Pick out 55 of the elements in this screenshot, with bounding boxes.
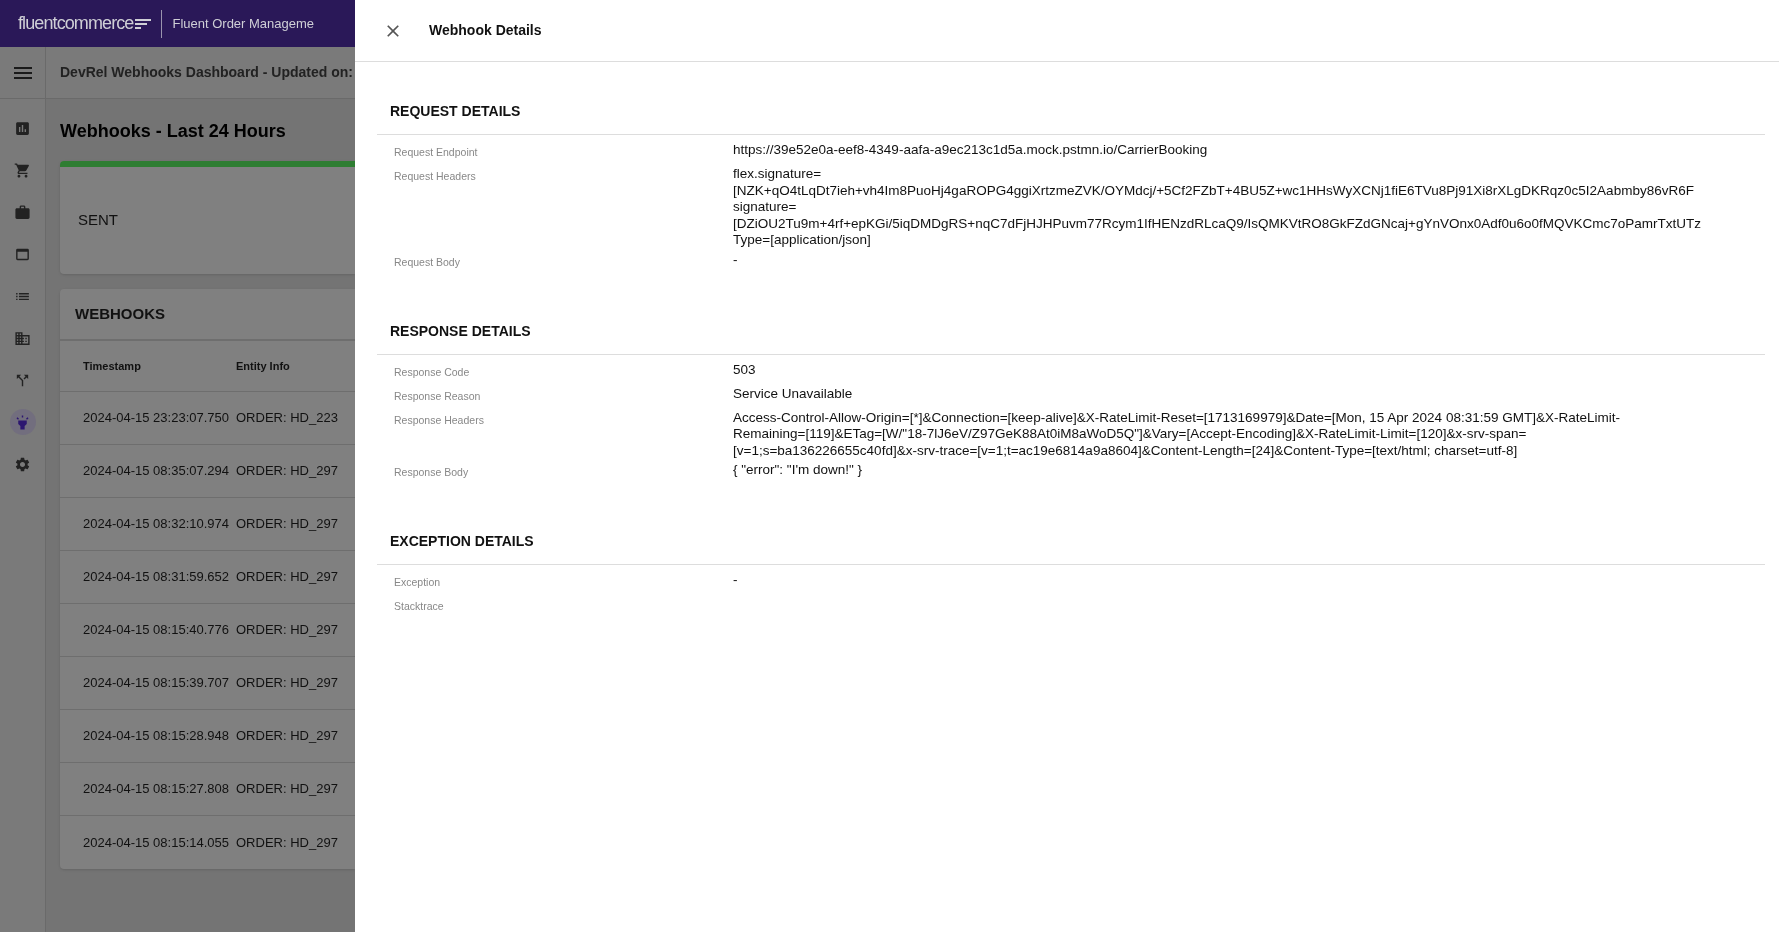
field-value: 503 — [733, 360, 756, 378]
chart-icon — [14, 119, 31, 137]
field-value: - — [733, 250, 738, 268]
field-label: Response Body — [394, 465, 470, 480]
table-cell-text: 2024-04-15 23:23:07.750 — [82, 409, 230, 428]
field-label: Stacktrace — [394, 599, 445, 614]
table-cell-text: ORDER: HD_223 — [236, 409, 338, 428]
table-cell-text: 2024-04-15 08:15:39.707 — [82, 674, 230, 693]
field-value: - — [733, 571, 738, 589]
table-cell-text: ORDER: HD_297 — [236, 462, 338, 481]
field-label: Request Body — [394, 254, 461, 270]
table-cell-text: ORDER: HD_297 — [236, 515, 338, 534]
field-label: Request Headers — [394, 169, 477, 184]
field-value: https://39e52e0a-eef8-4349-aafa-a9ec213c1d5a.mock.pstmn.io/CarrierBooking — [733, 141, 1208, 159]
logo[interactable]: fluentcommerce — [18, 10, 134, 37]
app-name: Fluent Order Manageme — [172, 14, 315, 33]
table-cell-text: 2024-04-15 08:32:10.974 — [82, 515, 230, 534]
section-title: RESPONSE DETAILS — [389, 321, 532, 341]
field-label: Response Headers — [394, 412, 485, 428]
column-header: Entity Info — [236, 358, 290, 374]
card-title: WEBHOOKS — [75, 303, 165, 324]
field-value: { "error": "I'm down!" } — [733, 461, 863, 479]
table-cell-text: 2024-04-15 08:15:40.776 — [82, 621, 230, 640]
table-cell-text: ORDER: HD_297 — [236, 727, 338, 746]
table-cell-text: 2024-04-15 08:15:14.055 — [82, 833, 230, 852]
drawer-title: Webhook Details — [429, 21, 542, 40]
page-title: Webhooks - Last 24 Hours — [60, 120, 287, 143]
briefcase-icon — [14, 203, 31, 221]
field-value: Service Unavailable — [733, 384, 853, 402]
stat-label: SENT — [77, 210, 118, 231]
table-cell-text: ORDER: HD_297 — [236, 780, 338, 799]
section-title: EXCEPTION DETAILS — [389, 532, 535, 551]
table-cell-text: ORDER: HD_297 — [236, 833, 338, 852]
table-cell-text: 2024-04-15 08:31:59.652 — [82, 568, 230, 587]
field-value: flex.signature= [NZK+qO4tLqDt7ieh+vh4Im8PuoHj4gaROPG4ggiXrtzmeZVK/OYMdcj/+5Cf2FZbT+4BU5Z+wc1HHsWyXCNj1fiE6TVu8Pj91Xi8rXLgDKRqz0c5I2Aabmby86vR6F signature= [DZiOU2Tu9m+4rf+epKGi/5iqDMDgRS+nqC7dFjHJHPuvm77Rcym1IfHENzdRLcaQ9/IsQMKVtRO8GkFZdGNcaj+gYnVOnx0Adf0u6o0fMQVKCmc7oPamrTxtUTz Type=[application/json] — [733, 165, 1702, 249]
field-value: Access-Control-Allow-Origin=[*]&Connection=[keep-alive]&X-RateLimit-Reset=[1713169979]&Date=[Mon, 15 Apr 2024 08:31:59 GMT]&X-RateLimit- Remaining=[119]&ETag=[W/"18-7lJ6eV/Z97GeK88At0iM8aWoD5Q"]&Vary=[Accept-Encoding]&X-RateLimit-Limit=[120]&x-srv-span= [v=1;s=ba136226655c40fd]&x-srv-trace=[v=1;t=ac19e6814a9a8604]&Content-Length=[24]&Content-Type=[text/html; charset=utf-8] — [733, 408, 1620, 459]
flashlight-icon — [14, 413, 31, 431]
dashboard-title: DevRel Webhooks Dashboard - Updated on: — [60, 63, 353, 82]
cart-icon — [14, 161, 31, 179]
building-icon — [14, 329, 31, 347]
table-cell-text: ORDER: HD_297 — [236, 568, 338, 587]
table-cell-text: 2024-04-15 08:15:28.948 — [82, 727, 230, 746]
table-cell-text: 2024-04-15 08:35:07.294 — [82, 462, 230, 481]
lines-icon — [135, 18, 152, 29]
settings-icon — [14, 455, 31, 473]
field-label: Request Endpoint — [394, 145, 479, 160]
section-title: REQUEST DETAILS — [389, 102, 522, 121]
table-cell-text: ORDER: HD_297 — [236, 621, 338, 640]
field-label: Response Code — [394, 364, 471, 380]
table-cell-text: 2024-04-15 08:15:27.808 — [82, 780, 230, 799]
field-label: Response Reason — [394, 388, 482, 404]
table-cell-text: ORDER: HD_297 — [236, 674, 338, 693]
column-header: Timestamp — [82, 358, 142, 374]
field-label: Exception — [394, 575, 442, 590]
sidebar-item[interactable] — [9, 409, 36, 435]
